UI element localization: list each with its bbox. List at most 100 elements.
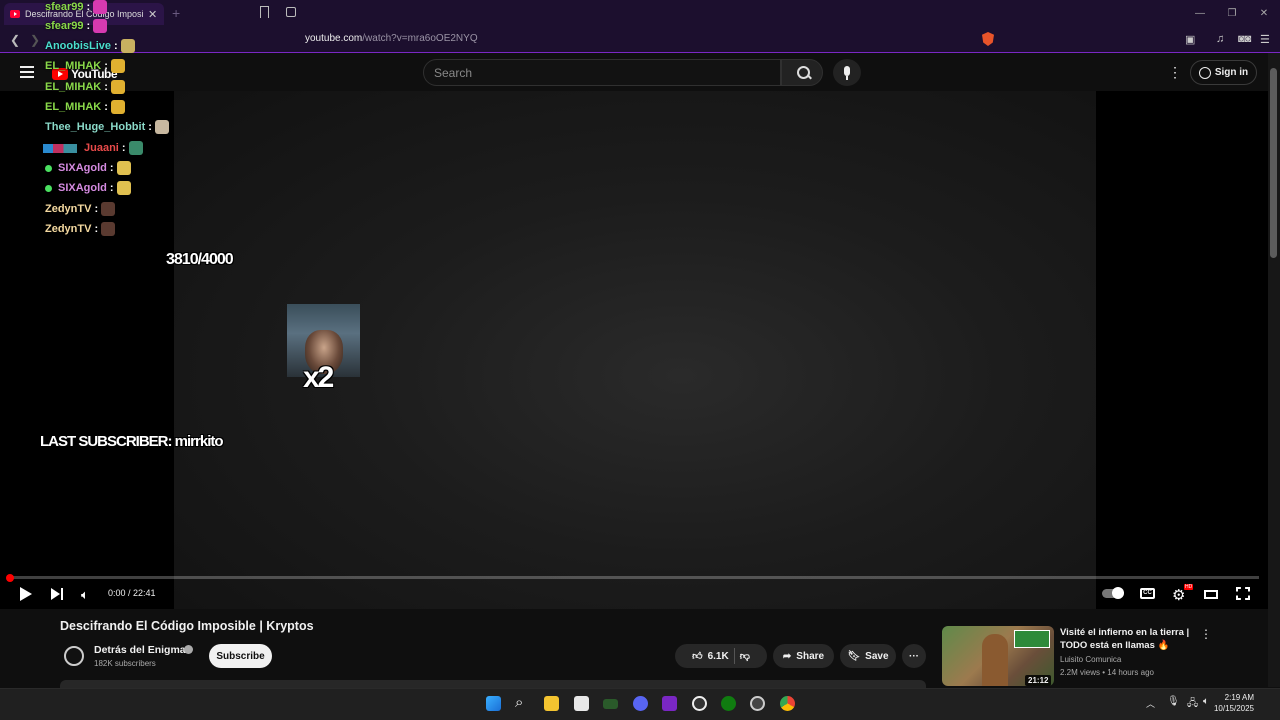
save-label: Save — [865, 650, 889, 662]
bookmark-save-icon: 🔖︎ — [847, 650, 861, 662]
next-video-icon[interactable] — [51, 588, 64, 601]
volume-icon[interactable]: 🔈︎ — [81, 587, 89, 603]
share-arrow-icon: ➦ — [782, 650, 792, 662]
discord-icon[interactable] — [633, 696, 648, 711]
forward-icon[interactable]: ❯ — [30, 33, 40, 47]
file-explorer-icon[interactable] — [544, 696, 559, 711]
emote-icon — [110, 100, 125, 114]
description-box[interactable] — [60, 680, 926, 688]
chat-username: Juaani — [84, 142, 119, 154]
new-tab-icon[interactable]: + — [172, 5, 180, 21]
app-icon[interactable] — [603, 699, 618, 709]
channel-name[interactable]: Detrás del Enigma — [94, 644, 186, 656]
captions-icon[interactable]: CC — [1140, 588, 1155, 599]
sidebar-icon[interactable]: ▣ — [1185, 33, 1195, 46]
chat-message: SIXAgold: — [45, 161, 131, 175]
like-count[interactable]: 6.1K — [708, 651, 729, 662]
progress-scrubber[interactable] — [6, 574, 14, 582]
hamburger-menu-icon[interactable] — [20, 66, 34, 81]
search-input[interactable]: Search — [423, 59, 781, 86]
badges-icon — [43, 143, 77, 153]
chat-username: sfear99 — [45, 1, 84, 13]
taskbar-clock[interactable]: 2:19 AM 10/15/2025 — [1214, 692, 1254, 714]
chat-separator: : — [148, 121, 152, 133]
store-icon[interactable] — [574, 696, 589, 711]
chat-message: SIXAgold: — [45, 181, 131, 195]
chat-separator: : — [109, 162, 114, 174]
recommended-duration: 21:12 — [1025, 675, 1052, 686]
chat-message: sfear99: — [45, 0, 108, 14]
speaker-tray-icon[interactable]: 🔈︎ — [1203, 696, 1209, 707]
hd-badge: HD — [1184, 584, 1194, 590]
taskbar-date: 10/15/2025 — [1213, 704, 1254, 713]
back-icon[interactable]: ❮ — [10, 33, 20, 47]
chat-separator: : — [86, 20, 91, 32]
chrome-icon[interactable] — [780, 696, 795, 711]
windows-start-icon[interactable] — [486, 696, 501, 711]
more-options-icon[interactable]: ⋮ — [1168, 64, 1182, 81]
site-info-icon[interactable] — [286, 7, 296, 17]
sign-in-button[interactable]: Sign in — [1190, 60, 1257, 85]
voice-search-button[interactable] — [833, 59, 861, 86]
badge-icon — [45, 184, 52, 192]
chat-message: AnoobisLive: — [45, 39, 135, 53]
recommended-more-icon[interactable]: ⋮ — [1200, 627, 1212, 641]
microphone-tray-icon[interactable]: 🎙︎ — [1167, 696, 1180, 707]
thumbs-down-icon[interactable]: 👎︎ — [740, 650, 750, 662]
maximize-icon[interactable]: ❐ — [1216, 0, 1248, 27]
chat-username: Thee_Huge_Hobbit — [45, 121, 146, 133]
browser-menu-icon[interactable]: ☰ — [1260, 33, 1270, 46]
chat-separator: : — [104, 81, 108, 93]
autoplay-toggle[interactable] — [1102, 587, 1124, 599]
emote-icon — [110, 80, 125, 94]
play-icon[interactable] — [20, 587, 32, 601]
chat-message: ZedynTV: — [45, 202, 116, 216]
chat-separator: : — [94, 203, 99, 215]
multiplier-label: x2 — [303, 361, 334, 394]
chat-username: AnoobisLive — [45, 40, 112, 52]
emote-icon — [120, 39, 135, 53]
url-field[interactable]: youtube.com/watch?v=mra6oOE2NYQ — [305, 33, 478, 44]
url-path: /watch?v=mra6oOE2NYQ — [362, 33, 478, 44]
chat-separator: : — [114, 40, 118, 52]
theater-mode-icon[interactable] — [1204, 590, 1218, 599]
emote-icon — [101, 202, 116, 216]
music-icon[interactable]: ♫ — [1216, 33, 1224, 45]
minimize-icon[interactable]: — — [1184, 0, 1216, 27]
share-button[interactable]: ➦ Share — [773, 644, 834, 668]
divider — [733, 648, 735, 664]
chat-message: EL_MIHAK: — [45, 80, 125, 94]
share-label: Share — [796, 650, 825, 662]
xbox-icon[interactable] — [721, 696, 736, 711]
chat-username: SIXAgold — [58, 162, 107, 174]
emote-icon — [116, 161, 131, 175]
steam-icon[interactable] — [750, 696, 765, 711]
recommended-title[interactable]: Visité el infierno en la tierra | TODO e… — [1060, 626, 1195, 652]
browser-tab-bar: Descifrando El Código Imposible ✕ + — ❐ … — [0, 0, 1280, 27]
close-window-icon[interactable]: ✕ — [1248, 0, 1280, 27]
channel-avatar[interactable] — [64, 646, 84, 666]
chat-username: EL_MIHAK — [45, 60, 102, 72]
emote-icon — [110, 59, 125, 73]
subscribe-button[interactable]: Subscribe — [209, 644, 272, 668]
emote-icon — [93, 0, 108, 14]
more-actions-button[interactable]: ··· — [902, 644, 926, 668]
chat-message: Juaani: — [43, 141, 143, 155]
glasses-icon[interactable]: ◙◙ — [1238, 33, 1251, 45]
scrollbar-thumb[interactable] — [1270, 68, 1277, 258]
emote-icon — [93, 19, 108, 33]
obs-icon[interactable] — [692, 696, 707, 711]
close-tab-icon[interactable]: ✕ — [148, 8, 157, 21]
search-button[interactable] — [781, 59, 823, 86]
like-dislike-group: 👍︎ 6.1K 👎︎ — [675, 644, 767, 668]
network-icon[interactable]: 🖧︎ — [1187, 696, 1198, 713]
browser-taskbar-icon[interactable] — [662, 696, 677, 711]
bookmark-icon[interactable] — [260, 6, 269, 18]
thumbs-up-icon[interactable]: 👍︎ — [692, 650, 702, 662]
address-bar: ❮ ❯ youtube.com/watch?v=mra6oOE2NYQ — [0, 27, 1280, 53]
recommended-channel[interactable]: Luisito Comunica — [1060, 655, 1121, 664]
progress-bar[interactable] — [8, 576, 1259, 579]
save-button[interactable]: 🔖︎ Save — [840, 644, 896, 668]
taskbar-search-icon[interactable]: ⌕ — [515, 694, 523, 711]
tray-chevron-icon[interactable]: ︿ — [1146, 697, 1155, 710]
